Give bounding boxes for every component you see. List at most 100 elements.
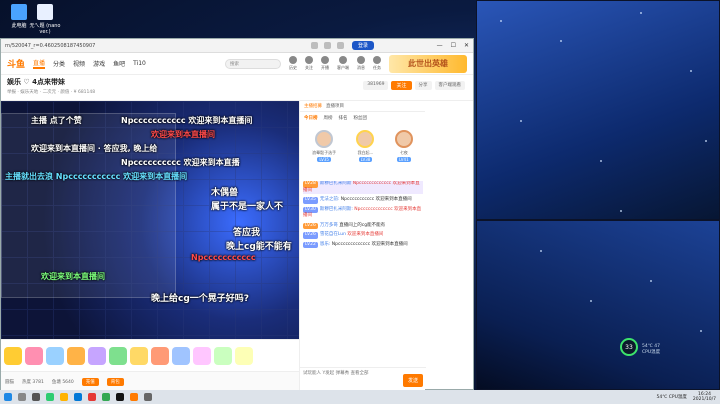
douyu-icon[interactable]	[130, 393, 138, 401]
tab-project[interactable]: 直播项目	[326, 103, 344, 109]
star-icon	[650, 280, 652, 282]
gift-icon[interactable]	[109, 346, 127, 365]
nav-game[interactable]: 游戏	[93, 59, 105, 68]
nav-category[interactable]: 分类	[53, 59, 65, 68]
backpack-button[interactable]: 背包	[106, 377, 124, 386]
history-icon	[289, 56, 297, 64]
start-icon[interactable]	[4, 393, 12, 401]
gift-icon[interactable]	[193, 346, 211, 365]
nav-ti10[interactable]: Ti10	[133, 60, 146, 67]
send-button[interactable]: 发送	[402, 374, 423, 387]
desktop-icon-file[interactable]: 无ㄟ题 (nano ver.)	[28, 4, 62, 35]
gift-icon[interactable]	[67, 346, 85, 365]
heat-count: 热度 3781	[22, 379, 44, 385]
login-button[interactable]: 登录	[352, 41, 375, 50]
star-icon	[620, 210, 622, 212]
nav-live[interactable]: 直播	[33, 58, 46, 69]
rank-item[interactable]: 我白起... LV38	[356, 130, 375, 180]
close-icon[interactable]: ✕	[464, 42, 469, 49]
minimize-icon[interactable]: —	[437, 42, 443, 49]
star-icon	[700, 330, 702, 332]
follow-button[interactable]: 关注	[305, 56, 313, 71]
search-input[interactable]: 搜索	[225, 58, 281, 69]
steam-icon[interactable]	[116, 393, 124, 401]
subtab-rank[interactable]: 排名	[339, 115, 348, 121]
tool-item[interactable]: 试玩能人	[303, 371, 321, 376]
video-player[interactable]: 主播 点了个赞 Npccccccccccc 欢迎来到本直播间 欢迎来到本直播间 …	[1, 101, 299, 371]
client-button[interactable]: 客户端	[337, 56, 349, 71]
follow-count: 381969	[363, 81, 389, 90]
chat-input-area[interactable]: 试玩能人 Y发起 弹幕秀 查看全部 发送	[300, 367, 426, 391]
taskview-icon[interactable]	[32, 393, 40, 401]
gadget-label: CPU温度	[642, 350, 661, 355]
star-icon	[690, 70, 692, 72]
gift-bar	[1, 339, 299, 371]
chat-message: LV30 斯穆巴扎米阿斯: Npccccccccccccc 欢迎来到本直播间	[303, 206, 422, 218]
gift-icon[interactable]	[172, 346, 190, 365]
app-icon[interactable]	[144, 393, 152, 401]
gift-icon[interactable]	[4, 346, 22, 365]
download-icon	[339, 56, 347, 64]
app-icon[interactable]	[88, 393, 96, 401]
share-button[interactable]: 分享	[414, 81, 432, 90]
file-icon	[37, 4, 53, 20]
side-panel: 主播招募 直播项目 今日榜 周榜 排名 粉丝团 浪晕骰子选手 LV35 我白起.…	[299, 101, 426, 401]
broadcast-button[interactable]: 开播	[321, 56, 329, 71]
maximize-icon[interactable]: ☐	[451, 42, 456, 49]
tool-item[interactable]: 查看全部	[351, 371, 369, 376]
tool-item[interactable]: 弹幕秀	[336, 371, 350, 376]
nav-video[interactable]: 视频	[73, 59, 85, 68]
follow-button[interactable]: 关注	[391, 81, 412, 90]
tool-item[interactable]: Y发起	[322, 371, 334, 376]
chat-message: LV28 斯穆巴扎米阿斯 Npccccccccccccc 欢迎来到本直播间	[303, 181, 423, 194]
site-logo[interactable]: 斗鱼	[7, 57, 25, 70]
gift-icon[interactable]	[151, 346, 169, 365]
avatar	[394, 130, 413, 148]
task-button[interactable]: 任务	[373, 56, 381, 71]
gift-icon[interactable]	[88, 346, 106, 365]
wechat-icon[interactable]	[46, 393, 54, 401]
gift-icon[interactable]	[25, 346, 43, 365]
chat-message: LV22 恩乐: Npccccccccccccc 欢迎来到本直播间	[303, 241, 408, 248]
chat-list: LV28 斯穆巴扎米阿斯 Npccccccccccccc 欢迎来到本直播间 LV3…	[300, 181, 426, 361]
url-text[interactable]: rn/520047_r=0.4602508187450907	[5, 43, 305, 49]
gift-icon[interactable]	[130, 346, 148, 365]
tab-recruit[interactable]: 主播招募	[304, 103, 322, 109]
subtab-today[interactable]: 今日榜	[304, 115, 318, 121]
heart-icon	[305, 56, 313, 64]
chat-message: LV35 无法之前: Npccccccccccc 欢迎来到本直播间	[303, 197, 412, 204]
danmaku: 木偶兽	[211, 188, 239, 198]
folder-icon[interactable]	[60, 393, 68, 401]
gift-icon[interactable]	[214, 346, 232, 365]
gift-icon[interactable]	[235, 346, 253, 365]
star-icon	[500, 20, 502, 22]
gift-icon[interactable]	[46, 346, 64, 365]
favorite-icon[interactable]	[311, 42, 318, 49]
client-watch-button[interactable]: 客户端观看	[434, 81, 465, 90]
clock[interactable]: 16:24 2021/10/7	[693, 392, 716, 402]
rank-item[interactable]: 浪晕骰子选手 LV35	[312, 130, 336, 180]
chrome-icon[interactable]	[102, 393, 110, 401]
recharge-button[interactable]: 充值	[81, 377, 99, 386]
collections-icon[interactable]	[337, 42, 344, 49]
star-icon	[560, 40, 562, 42]
message-button[interactable]: 消息	[357, 56, 365, 71]
edge-icon[interactable]	[74, 393, 82, 401]
rank-item[interactable]: 七夜 LV41	[394, 130, 413, 180]
nav-yuba[interactable]: 鱼吧	[113, 59, 125, 68]
site-nav: 斗鱼 直播 分类 视频 游戏 鱼吧 Ti10 搜索 历史 关注 开播 客户端 消…	[1, 53, 473, 75]
extensions-icon[interactable]	[324, 42, 331, 49]
address-bar-row: rn/520047_r=0.4602508187450907 登录 — ☐ ✕	[1, 39, 473, 53]
weather-text: 54℃ CPU温度	[656, 395, 687, 400]
history-button[interactable]: 历史	[289, 56, 297, 71]
star-icon	[600, 160, 602, 162]
hero-banner[interactable]: 此世出英雄	[389, 54, 467, 73]
browser-window: rn/520047_r=0.4602508187450907 登录 — ☐ ✕ …	[0, 38, 474, 401]
subtab-fans[interactable]: 粉丝团	[354, 115, 368, 121]
subtab-week[interactable]: 周榜	[324, 115, 333, 121]
danmaku: 主播 点了个赞	[31, 116, 82, 125]
star-icon	[590, 300, 592, 302]
camera-icon	[321, 56, 329, 64]
wallpaper-pane-top	[476, 0, 720, 220]
search-icon[interactable]	[18, 393, 26, 401]
